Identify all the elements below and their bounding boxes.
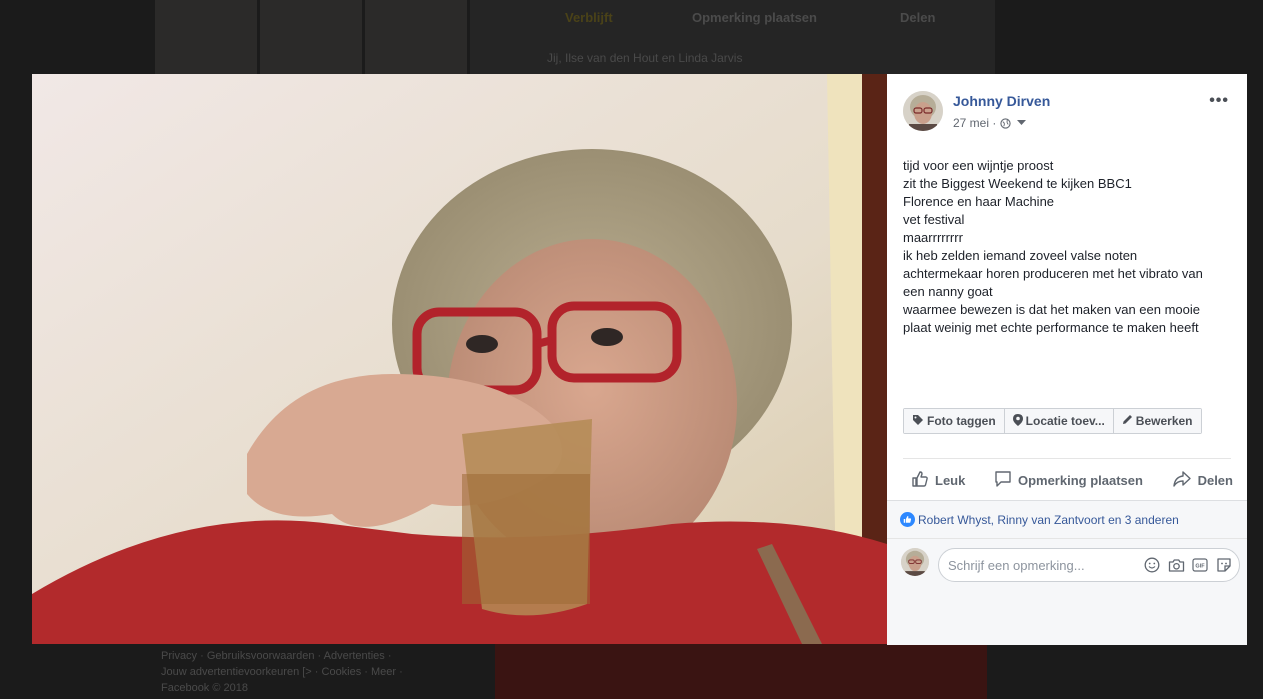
post-text-line: ik heb zelden iemand zoveel valse noten xyxy=(903,248,1138,263)
post-date[interactable]: 27 mei xyxy=(953,116,989,130)
bg-footer-line: Jouw advertentievoorkeuren [> · Cookies … xyxy=(161,666,403,678)
share-button[interactable]: Delen xyxy=(1172,470,1233,491)
post-action-bar: Leuk Opmerking plaatsen Delen xyxy=(903,470,1233,491)
comment-bubble-icon xyxy=(994,470,1012,491)
bg-thumbnail xyxy=(260,0,362,74)
author-avatar[interactable] xyxy=(903,91,943,131)
author-name-link[interactable]: Johnny Dirven xyxy=(953,93,1050,109)
post-text-line: een nanny goat xyxy=(903,284,993,299)
post-photo[interactable] xyxy=(32,74,887,644)
camera-icon[interactable] xyxy=(1167,556,1185,574)
tag-photo-label: Foto taggen xyxy=(927,414,996,428)
comment-button[interactable]: Opmerking plaatsen xyxy=(994,470,1143,491)
bg-footer-line: Facebook © 2018 xyxy=(161,682,248,694)
post-text-line: waarmee bewezen is dat het maken van een… xyxy=(903,302,1201,317)
like-button[interactable]: Leuk xyxy=(911,470,965,491)
post-text-line: achtermekaar horen produceren met het vi… xyxy=(903,266,1203,281)
post-text-line: vet festival xyxy=(903,212,965,227)
comment-input[interactable] xyxy=(948,549,1128,581)
location-pin-icon xyxy=(1012,413,1023,429)
bg-thumbnail xyxy=(365,0,467,74)
tag-icon xyxy=(912,414,924,429)
gif-icon[interactable]: GIF xyxy=(1191,556,1209,574)
sticker-icon[interactable] xyxy=(1215,556,1233,574)
share-arrow-icon xyxy=(1172,470,1192,491)
svg-text:GIF: GIF xyxy=(1195,564,1205,570)
viewer-avatar-image xyxy=(901,548,929,576)
post-text-line: Florence en haar Machine xyxy=(903,194,1055,209)
bg-reactions-text: Jij, Ilse van den Hout en Linda Jarvis xyxy=(547,51,743,65)
comment-label: Opmerking plaatsen xyxy=(1017,473,1143,488)
post-text-line: zit the Biggest Weekend te kijken BBC1 xyxy=(903,176,1132,191)
bg-photo xyxy=(495,644,987,699)
post-meta: 27 mei · xyxy=(953,115,1027,132)
tag-photo-button[interactable]: Foto taggen xyxy=(904,409,1004,433)
comment-tools: GIF xyxy=(1143,556,1233,574)
meta-separator: · xyxy=(992,116,1000,130)
share-label: Delen xyxy=(1197,473,1233,488)
add-location-button[interactable]: Locatie toev... xyxy=(1003,409,1113,433)
thumbs-up-icon xyxy=(911,470,929,491)
viewer-avatar xyxy=(901,548,929,576)
edit-label: Bewerken xyxy=(1135,414,1193,428)
bg-footer-line: Privacy · Gebruiksvoorwaarden · Adverten… xyxy=(161,650,392,662)
post-text-line: maarrrrrrrr xyxy=(903,230,963,245)
like-label: Leuk xyxy=(935,473,966,488)
likes-names-link[interactable]: Robert Whyst, Rinny van Zantvoort en 3 a… xyxy=(918,513,1179,527)
post-text-line: plaat weinig met echte performance te ma… xyxy=(903,320,1199,335)
divider xyxy=(903,458,1231,459)
bg-reaction-button: Verblijft xyxy=(565,10,613,25)
more-options-icon[interactable]: ••• xyxy=(1209,92,1229,110)
privacy-globe-icon[interactable] xyxy=(1000,118,1011,132)
reactions-summary: Robert Whyst, Rinny van Zantvoort en 3 a… xyxy=(887,500,1247,539)
bg-share-button: Delen xyxy=(900,10,936,25)
comment-composer: GIF xyxy=(887,538,1247,645)
bg-footer: Privacy · Gebruiksvoorwaarden · Adverten… xyxy=(161,648,451,696)
post-text-line: tijd voor een wijntje proost xyxy=(903,158,1054,173)
pencil-icon xyxy=(1122,414,1133,428)
bg-thumbnail xyxy=(155,0,257,74)
emoji-icon[interactable] xyxy=(1143,556,1161,574)
selfie-image xyxy=(32,74,887,644)
bg-comment-button: Opmerking plaatsen xyxy=(692,10,817,25)
privacy-dropdown-icon[interactable] xyxy=(1017,115,1027,129)
comment-box: GIF xyxy=(938,548,1240,582)
post-text: tijd voor een wijntje proost zit the Big… xyxy=(903,157,1238,337)
edit-button[interactable]: Bewerken xyxy=(1112,409,1201,433)
avatar-image xyxy=(903,91,943,131)
add-location-label: Locatie toev... xyxy=(1025,414,1105,428)
post-panel: Johnny Dirven 27 mei · ••• tijd voor een… xyxy=(887,74,1247,645)
photo-actions-group: Foto taggen Locatie toev... Bewerken xyxy=(903,408,1202,434)
like-reaction-icon xyxy=(900,512,915,532)
